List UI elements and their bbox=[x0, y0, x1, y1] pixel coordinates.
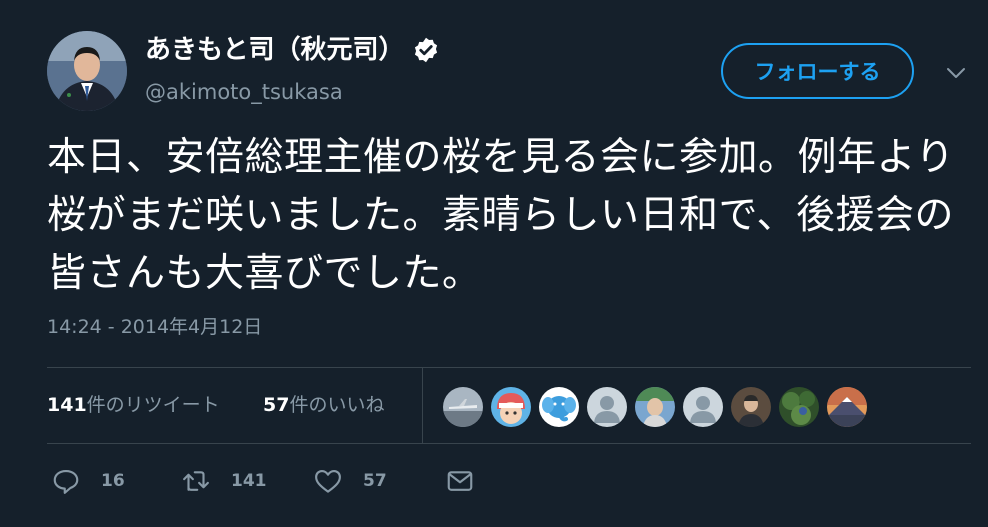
author-avatar[interactable] bbox=[47, 31, 127, 111]
liker-avatar[interactable] bbox=[442, 386, 484, 428]
reply-count: 16 bbox=[101, 471, 125, 491]
tweet-timestamp[interactable]: 14:24 - 2014年4月12日 bbox=[47, 314, 262, 340]
divider bbox=[47, 443, 971, 444]
default-user-avatar-icon bbox=[683, 387, 723, 427]
like-button[interactable]: 57 bbox=[313, 466, 387, 496]
liker-avatar[interactable] bbox=[730, 386, 772, 428]
follow-button[interactable]: フォローする bbox=[721, 43, 914, 99]
liker-avatar[interactable] bbox=[682, 386, 724, 428]
reply-icon bbox=[53, 469, 79, 494]
liker-avatar[interactable] bbox=[538, 386, 580, 428]
retweets-count: 141 bbox=[47, 394, 87, 416]
mountain-photo-avatar-icon bbox=[827, 387, 867, 427]
likes-stat[interactable]: 57件のいいね bbox=[263, 392, 384, 418]
like-count: 57 bbox=[363, 471, 387, 491]
retweet-button[interactable]: 141 bbox=[181, 466, 267, 496]
retweets-label: 件のリツイート bbox=[86, 394, 220, 416]
envelope-icon bbox=[447, 471, 473, 491]
retweet-icon bbox=[183, 471, 209, 491]
retweets-stat[interactable]: 141件のリツイート bbox=[47, 392, 220, 418]
stats-divider bbox=[422, 368, 423, 443]
heart-icon bbox=[315, 469, 341, 493]
tweet-actions: 16 141 57 bbox=[47, 460, 647, 504]
author-handle[interactable]: @akimoto_tsukasa bbox=[145, 79, 343, 105]
liker-avatar[interactable] bbox=[490, 386, 532, 428]
retweet-count: 141 bbox=[231, 471, 267, 491]
liker-avatar[interactable] bbox=[586, 386, 628, 428]
liker-avatar[interactable] bbox=[634, 386, 676, 428]
person-portrait-avatar-icon bbox=[731, 387, 771, 427]
author-display-name[interactable]: あきもと司（秋元司） bbox=[145, 33, 440, 67]
verified-badge-icon bbox=[415, 37, 438, 63]
likes-label: 件のいいね bbox=[289, 394, 385, 416]
display-name-text: あきもと司（秋元司） bbox=[145, 35, 405, 65]
tweet-card: あきもと司（秋元司） @akimoto_tsukasa フォローする 本日、安倍… bbox=[0, 0, 988, 527]
default-user-avatar-icon bbox=[587, 387, 627, 427]
chevron-down-icon[interactable] bbox=[946, 66, 966, 80]
person-suit-avatar-icon bbox=[47, 31, 127, 111]
reply-button[interactable]: 16 bbox=[51, 466, 125, 496]
liker-avatar[interactable] bbox=[826, 386, 868, 428]
blue-elephant-avatar-icon bbox=[539, 387, 579, 427]
stats-row: 141件のリツイート 57件のいいね bbox=[47, 368, 971, 443]
liker-avatar[interactable] bbox=[778, 386, 820, 428]
airplane-photo-avatar-icon bbox=[443, 387, 483, 427]
tweet-text: 本日、安倍総理主催の桜を見る会に参加。例年より桜がまだ咲いました。素晴らしい日和… bbox=[47, 135, 955, 296]
direct-message-button[interactable] bbox=[445, 466, 475, 496]
likes-count: 57 bbox=[263, 394, 290, 416]
anime-character-avatar-icon bbox=[491, 387, 531, 427]
person-photo-avatar-icon bbox=[635, 387, 675, 427]
nature-photo-avatar-icon bbox=[779, 387, 819, 427]
